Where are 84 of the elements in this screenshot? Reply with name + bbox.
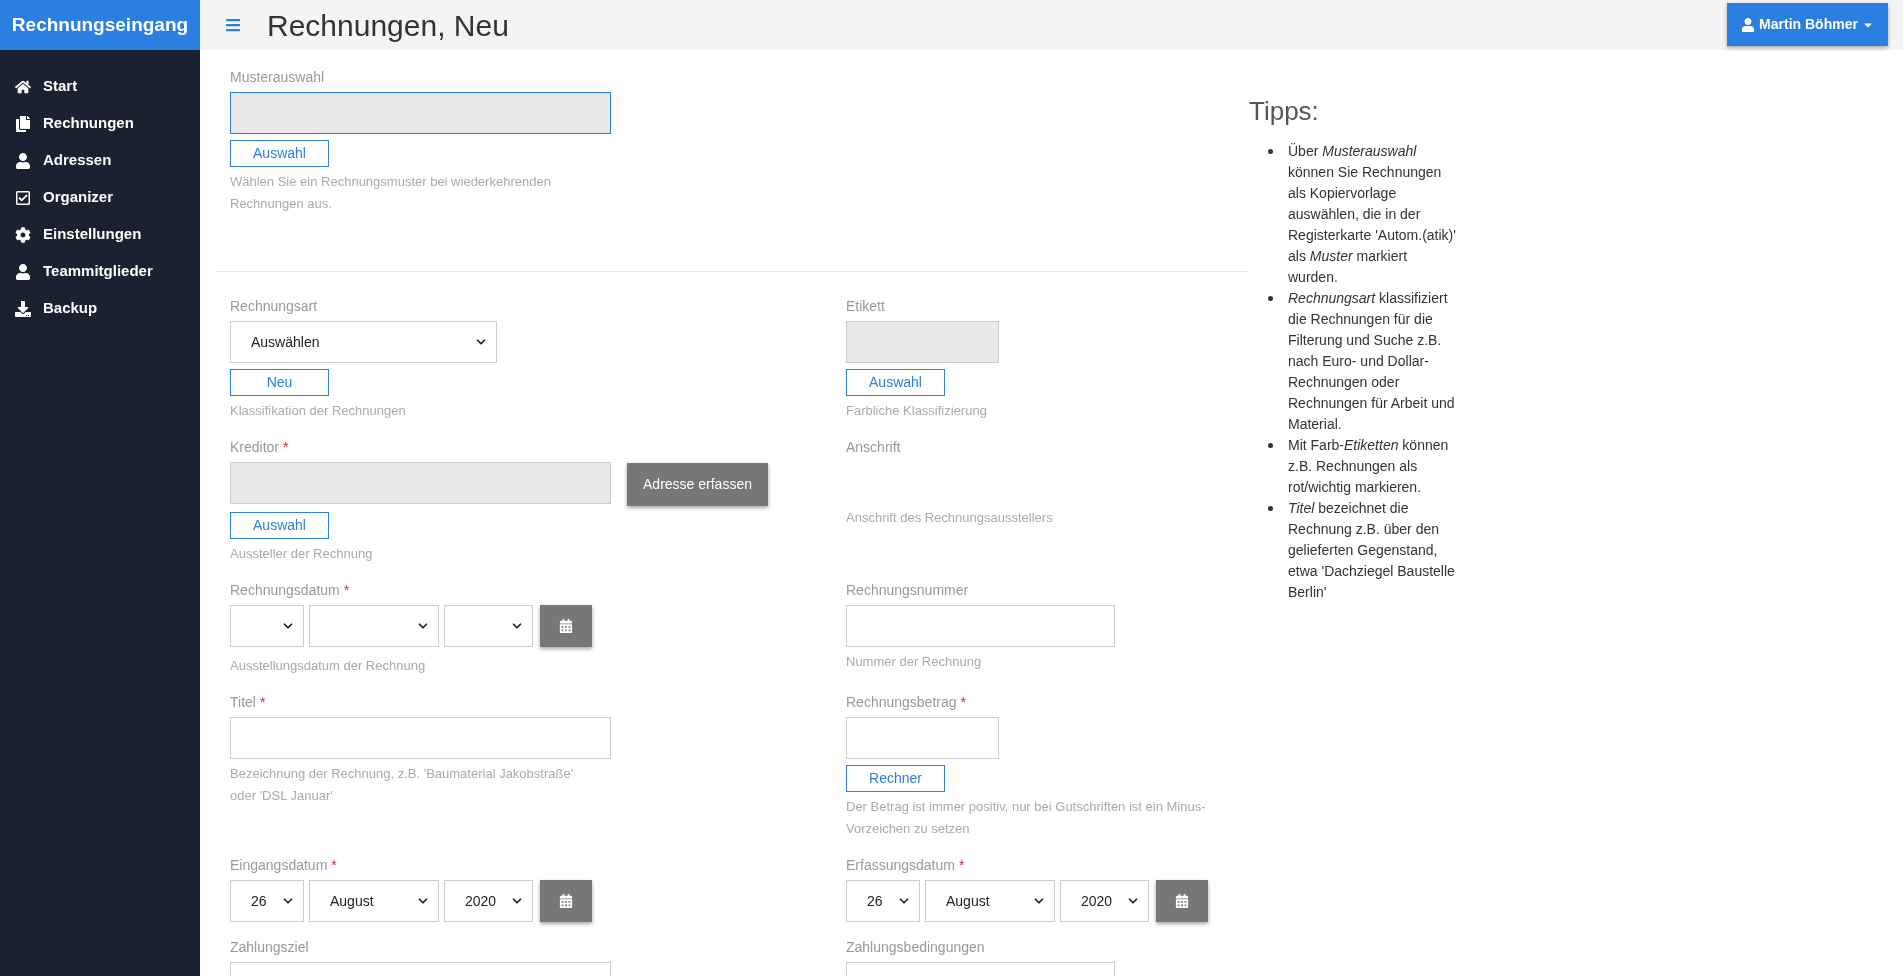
field-label: Kreditor — [230, 437, 280, 457]
calendar-icon — [559, 619, 573, 633]
help-text: Anschrift des Rechnungsausstellers — [846, 509, 1054, 527]
input-field[interactable] — [846, 717, 999, 759]
field-label: Rechnungsnummer — [846, 580, 969, 600]
user-icon — [15, 152, 31, 169]
menu-icon[interactable] — [225, 17, 241, 33]
help-text: Ausstellungsdatum der Rechnung — [230, 657, 427, 675]
field-label: Etikett — [846, 296, 885, 316]
input-field[interactable] — [230, 717, 611, 759]
required-mark: * — [958, 855, 965, 875]
sidebar-item[interactable]: Teammitglieder — [0, 253, 200, 290]
help-text: Wählen Sie ein Rechnungsmuster bei wiederkehrenden Rechnungen aus. — [230, 173, 552, 213]
home-icon — [15, 78, 31, 95]
settings-icon — [15, 226, 31, 243]
field-label: Erfassungsdatum — [846, 855, 955, 875]
download-icon — [15, 300, 31, 317]
field-label: Zahlungsziel — [230, 937, 309, 957]
required-mark: * — [259, 692, 266, 712]
field-label: Anschrift — [846, 437, 901, 457]
field-label: Musterauswahl — [230, 67, 325, 87]
tip-text: Rechnungsart klassifiziert die Rechnungen für die Filterung und Suche z.B. nach Euro- und Dollar-Rechnungen oder Rechnungen für Arbeit und Material. — [1288, 289, 1456, 434]
sidebar-item[interactable]: Adressen — [0, 142, 200, 179]
help-text: Klassifikation der Rechnungen — [230, 402, 407, 420]
outline-button[interactable]: Rechner — [846, 765, 945, 792]
sidebar-item[interactable]: Backup — [0, 290, 200, 327]
outline-button[interactable]: Auswahl — [230, 140, 329, 167]
bullet-icon — [1268, 149, 1273, 154]
calendar-icon — [1175, 894, 1189, 908]
tip-text: Mit Farb-Etiketten können z.B. Rechnungen als rot/wichtig markieren. — [1288, 436, 1450, 497]
required-mark: * — [343, 580, 350, 600]
input-field[interactable] — [846, 321, 999, 363]
help-text: Bezeichnung der Rechnung, z.B. 'Baumaterial Jakobstraße' oder 'DSL Januar' — [230, 765, 575, 805]
checkbox-icon — [15, 189, 31, 206]
field-label: Eingangsdatum — [230, 855, 328, 875]
field-label: Rechnungsbetrag — [846, 692, 957, 712]
select-field[interactable] — [444, 605, 533, 647]
tip-text: Über Musterauswahl können Sie Rechnungen als Kopiervorlage auswählen, die in der Registerkarte 'Autom.(atik)' als Muster markiert wurden. — [1288, 142, 1456, 287]
required-mark: * — [283, 437, 289, 457]
required-mark: * — [331, 855, 337, 875]
help-text: Aussteller der Rechnung — [230, 545, 374, 563]
select-field[interactable]: 2020 — [1060, 880, 1149, 922]
input-field[interactable] — [230, 92, 611, 134]
user-icon — [1741, 17, 1756, 32]
outline-button[interactable]: Auswahl — [230, 512, 329, 539]
sidebar-item[interactable]: Organizer — [0, 179, 200, 216]
select-field[interactable]: 2020 — [444, 880, 533, 922]
input-field[interactable] — [846, 605, 1115, 647]
brand-title[interactable]: Rechnungseingang — [0, 0, 200, 50]
field-label: Rechnungsdatum — [230, 580, 340, 600]
help-text: Nummer der Rechnung — [846, 653, 983, 671]
documents-icon — [15, 115, 31, 132]
select-field[interactable] — [230, 605, 304, 647]
outline-button[interactable]: Auswahl — [846, 369, 945, 396]
sidebar-item[interactable]: Start — [0, 68, 200, 105]
user-menu-button[interactable]: Martin Böhmer — [1727, 3, 1888, 46]
calendar-button[interactable] — [1156, 880, 1208, 922]
calendar-button[interactable] — [540, 880, 592, 922]
bullet-icon — [1268, 296, 1273, 301]
field-label: Titel — [230, 692, 256, 712]
calendar-button[interactable] — [540, 605, 592, 647]
select-field[interactable] — [309, 605, 439, 647]
bullet-icon — [1268, 506, 1273, 511]
input-field[interactable] — [230, 462, 611, 504]
select-field[interactable]: 26 — [230, 880, 304, 922]
select-field[interactable]: August — [309, 880, 439, 922]
add-address-button[interactable]: Adresse erfassen — [627, 463, 768, 506]
tips-title: Tipps: — [1249, 95, 1320, 128]
field-label: Zahlungsbedingungen — [846, 937, 985, 957]
sidebar-item[interactable]: Rechnungen — [0, 105, 200, 142]
help-text: Der Betrag ist immer positiv, nur bei Gutschriften ist ein Minus-Vorzeichen zu setzen — [846, 798, 1207, 838]
calendar-icon — [559, 894, 573, 908]
field-label: Rechnungsart — [230, 296, 318, 316]
sidebar-item[interactable]: Einstellungen — [0, 216, 200, 253]
tip-text: Titel bezeichnet die Rechnung z.B. über den gelieferten Gegenstand, etwa 'Dachziegel Baustelle Berlin' — [1288, 499, 1456, 602]
bullet-icon — [1268, 443, 1273, 448]
page-title: Rechnungen, Neu — [267, 7, 509, 44]
help-text: Farbliche Klassifizierung — [846, 402, 988, 420]
select-field[interactable]: Auswählen — [230, 321, 497, 363]
outline-button[interactable]: Neu — [230, 369, 329, 396]
user-icon — [15, 263, 31, 280]
required-mark: * — [960, 692, 966, 712]
select-field[interactable]: 26 — [846, 880, 920, 922]
select-field[interactable]: August — [925, 880, 1055, 922]
